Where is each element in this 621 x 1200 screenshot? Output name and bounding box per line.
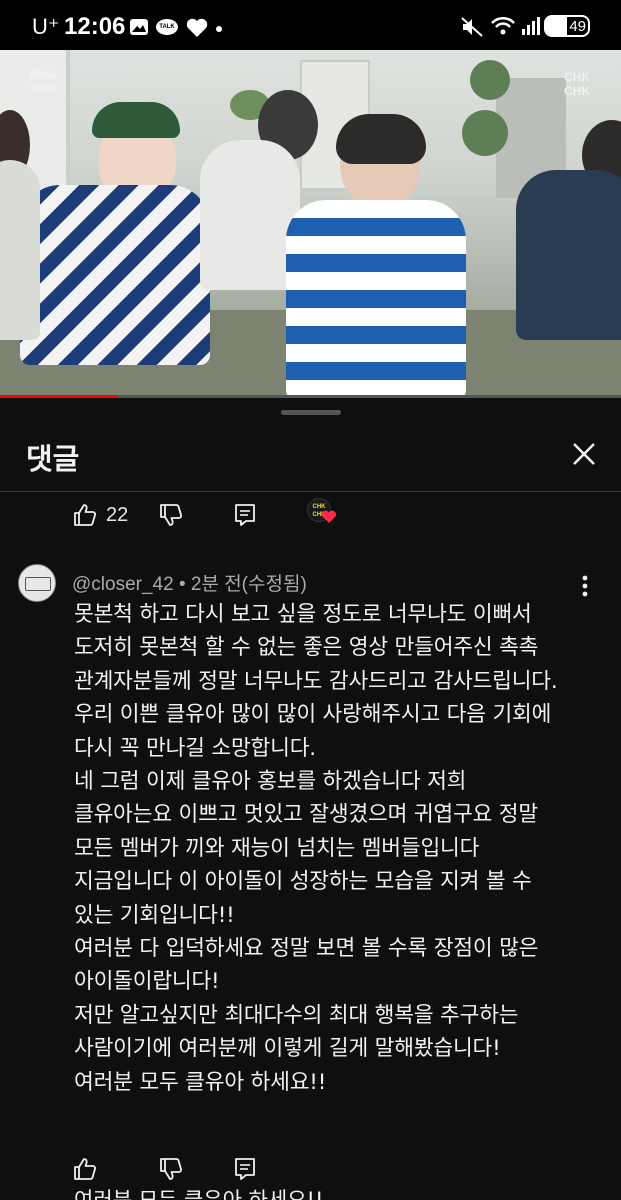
reply-button[interactable] bbox=[232, 1152, 258, 1186]
battery-indicator: 49 bbox=[544, 15, 590, 37]
status-bar: U⁺ 12:06 TALK 49 bbox=[0, 0, 621, 50]
video-watermark: CHK CHK bbox=[564, 70, 590, 98]
mute-icon bbox=[461, 17, 483, 37]
avatar[interactable] bbox=[18, 564, 56, 602]
heart-icon bbox=[321, 510, 337, 523]
clock: 12:06 bbox=[64, 13, 126, 40]
thumbs-down-icon bbox=[160, 1158, 183, 1180]
next-comment-preview: 여러분 모두 클유아 하세요!! bbox=[74, 1188, 324, 1200]
battery-percent: 49 bbox=[569, 18, 586, 35]
gallery-icon bbox=[130, 19, 148, 35]
like-count: 22 bbox=[106, 503, 129, 526]
thumbs-up-icon bbox=[74, 504, 97, 526]
notification-dot-icon bbox=[216, 26, 222, 32]
video-player[interactable]: Hello stage CHK CHK bbox=[0, 50, 621, 398]
heart-icon bbox=[186, 18, 208, 37]
reply-icon bbox=[235, 504, 255, 526]
kakaotalk-icon: TALK bbox=[156, 19, 178, 35]
thumbs-down-icon bbox=[160, 504, 183, 526]
like-button[interactable]: 22 bbox=[72, 498, 128, 532]
comment-meta: @closer_42 • 2분 전(수정됨) bbox=[72, 574, 307, 595]
more-options-icon[interactable] bbox=[574, 572, 596, 600]
creator-heart-badge: CHK CHK bbox=[307, 498, 339, 530]
close-icon[interactable] bbox=[566, 436, 602, 472]
prev-comment-actions: 22 CHK CHK bbox=[0, 498, 621, 538]
signal-icon bbox=[522, 17, 540, 35]
comment-body: 못본척 하고 다시 보고 싶을 정도로 너무나도 이뻐서 도저히 못본척 할 수… bbox=[74, 602, 558, 1095]
dislike-button[interactable] bbox=[158, 498, 184, 532]
video-corner-logo: Hello stage bbox=[30, 70, 58, 93]
carrier-label: U⁺ bbox=[32, 14, 60, 39]
video-scene-plant bbox=[462, 110, 508, 156]
battery-fill bbox=[546, 17, 567, 35]
header-divider bbox=[0, 491, 621, 492]
like-button[interactable] bbox=[72, 1152, 98, 1186]
sheet-title: 댓글 bbox=[26, 442, 80, 476]
thumbs-up-icon bbox=[74, 1158, 97, 1180]
reply-icon bbox=[235, 1158, 255, 1180]
video-scene-plant bbox=[470, 60, 510, 100]
comments-sheet: 댓글 22 CHK CHK @closer_42 • 2분 전(수정됨) 못본척… bbox=[0, 398, 621, 1200]
dislike-button[interactable] bbox=[158, 1152, 184, 1186]
reply-button[interactable] bbox=[232, 498, 258, 532]
wifi-icon bbox=[491, 16, 515, 35]
drag-handle[interactable] bbox=[281, 410, 341, 415]
